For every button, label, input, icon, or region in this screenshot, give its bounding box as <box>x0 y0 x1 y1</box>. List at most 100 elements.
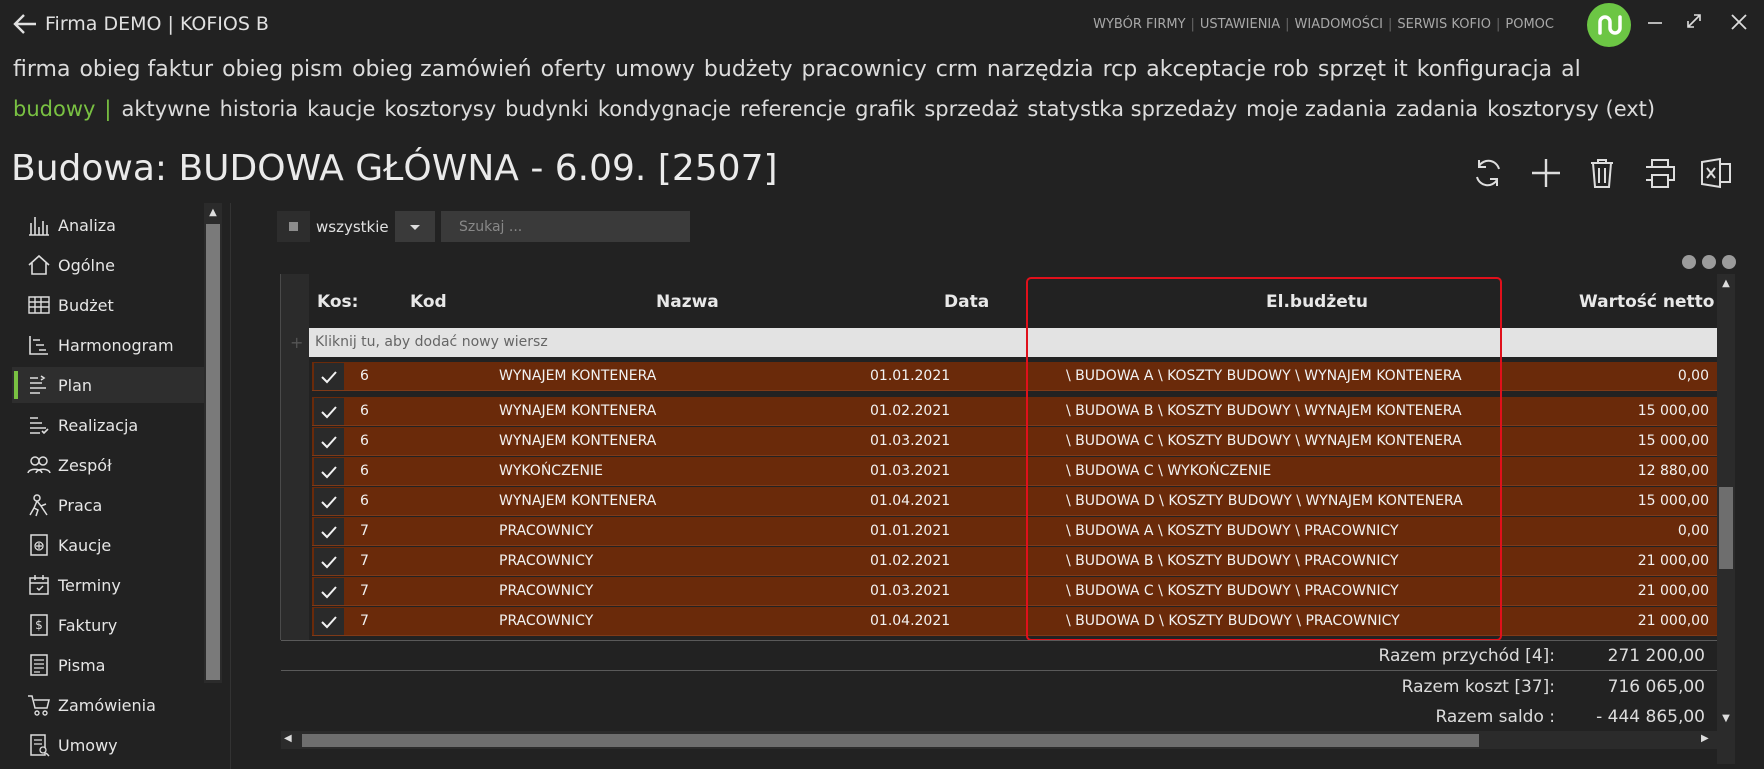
scroll-right-icon[interactable]: ▶ <box>1701 733 1709 744</box>
sidebar-item-terminy[interactable]: Terminy <box>12 567 204 603</box>
back-arrow-icon[interactable] <box>12 11 38 37</box>
nav-referencje[interactable]: referencje <box>740 97 846 121</box>
close-icon[interactable] <box>1724 8 1754 36</box>
nav-kondygnacje[interactable]: kondygnacje <box>598 97 731 121</box>
table-row[interactable]: 6 WYNAJEM KONTENERA 01.04.2021 \ BUDOWA … <box>312 487 1717 516</box>
trash-icon[interactable] <box>1584 155 1620 191</box>
row-check-icon[interactable] <box>314 363 344 390</box>
table-row[interactable]: 7 PRACOWNICY 01.01.2021 \ BUDOWA A \ KOS… <box>312 517 1717 546</box>
row-check-icon[interactable] <box>314 428 344 455</box>
filter-dropdown[interactable] <box>395 211 435 242</box>
nav-statystka-sprzedazy[interactable]: statystka sprzedaży <box>1027 97 1237 121</box>
row-check-icon[interactable] <box>314 458 344 485</box>
sidebar-item-ogolne[interactable]: Ogólne <box>12 247 204 283</box>
nav-oferty[interactable]: oferty <box>541 57 606 82</box>
nav-rcp[interactable]: rcp <box>1103 57 1138 82</box>
nav-kosztorysy-ext[interactable]: kosztorysy (ext) <box>1487 97 1655 121</box>
sidebar-item-realizacja[interactable]: Realizacja <box>12 407 204 443</box>
table-row[interactable]: 7 PRACOWNICY 01.03.2021 \ BUDOWA C \ KOS… <box>312 577 1717 606</box>
horizontal-scroll-thumb[interactable] <box>302 734 1479 747</box>
nav-obieg-faktur[interactable]: obieg faktur <box>79 57 213 82</box>
nav-al[interactable]: al <box>1561 57 1581 82</box>
nav-pracownicy[interactable]: pracownicy <box>802 57 927 82</box>
table-row[interactable]: 6 WYNAJEM KONTENERA 01.03.2021 \ BUDOWA … <box>312 427 1717 456</box>
sidebar-item-faktury[interactable]: $ Faktury <box>12 607 204 643</box>
kofio-logo-icon[interactable] <box>1587 3 1631 47</box>
nav-historia[interactable]: historia <box>220 97 299 121</box>
add-row-icon[interactable]: + <box>290 333 303 352</box>
nav-budynki[interactable]: budynki <box>505 97 589 121</box>
sidebar-item-umowy[interactable]: Umowy <box>12 727 204 763</box>
sidebar-item-zespol[interactable]: Zespół <box>12 447 204 483</box>
column-header-kos[interactable]: Kos: <box>317 292 358 312</box>
nav-umowy[interactable]: umowy <box>615 57 695 82</box>
sidebar-item-praca[interactable]: Praca <box>12 487 204 523</box>
column-header-wartosc-netto[interactable]: Wartość netto <box>1579 292 1715 312</box>
row-check-icon[interactable] <box>314 578 344 605</box>
maximize-icon[interactable] <box>1679 8 1709 36</box>
nav-zadania[interactable]: zadania <box>1396 97 1478 121</box>
sidebar-item-harmonogram[interactable]: Harmonogram <box>12 327 204 363</box>
column-header-el-budzetu[interactable]: El.budżetu <box>1266 292 1368 312</box>
nav-firma[interactable]: firma <box>13 57 70 82</box>
scroll-left-icon[interactable]: ◀ <box>284 733 292 744</box>
nav-obieg-zamowien[interactable]: obieg zamówień <box>352 57 532 82</box>
sidebar-item-pisma[interactable]: Pisma <box>12 647 204 683</box>
more-dot-icon[interactable] <box>1682 255 1696 269</box>
nav-moje-zadania[interactable]: moje zadania <box>1246 97 1387 121</box>
grid-scroll-thumb[interactable] <box>1719 487 1733 569</box>
table-row[interactable]: 6 WYNAJEM KONTENERA 01.02.2021 \ BUDOWA … <box>312 397 1717 426</box>
link-wiadomosci[interactable]: WIADOMOŚCI <box>1295 17 1383 32</box>
link-serwis-kofio[interactable]: SERWIS KOFIO <box>1397 17 1491 32</box>
print-icon[interactable] <box>1642 155 1678 191</box>
column-header-data[interactable]: Data <box>944 292 989 312</box>
nav-sprzedaz[interactable]: sprzedaż <box>924 97 1018 121</box>
refresh-icon[interactable] <box>1470 155 1506 191</box>
row-check-icon[interactable] <box>314 518 344 545</box>
nav-crm[interactable]: crm <box>936 57 978 82</box>
sidebar-scroll-thumb[interactable] <box>206 224 220 680</box>
nav-akceptacje-rob[interactable]: akceptacje rob <box>1146 57 1309 82</box>
nav-konfiguracja[interactable]: konfiguracja <box>1417 57 1552 82</box>
row-check-icon[interactable] <box>314 548 344 575</box>
nav-sprzet-it[interactable]: sprzęt it <box>1318 57 1408 82</box>
nav-budowy[interactable]: budowy <box>13 97 95 121</box>
scroll-up-icon[interactable]: ▲ <box>206 206 220 220</box>
cell-kod: 6 <box>360 463 369 479</box>
excel-icon[interactable] <box>1698 155 1734 191</box>
link-wybor-firmy[interactable]: WYBÓR FIRMY <box>1093 17 1185 32</box>
more-dot-icon[interactable] <box>1702 255 1716 269</box>
cell-nazwa: WYNAJEM KONTENERA <box>499 368 657 384</box>
nav-aktywne[interactable]: aktywne <box>122 97 211 121</box>
nav-obieg-pism[interactable]: obieg pism <box>222 57 343 82</box>
table-row[interactable]: 7 PRACOWNICY 01.04.2021 \ BUDOWA D \ KOS… <box>312 607 1717 636</box>
more-dot-icon[interactable] <box>1722 255 1736 269</box>
sidebar-item-plan[interactable]: Plan <box>12 367 204 403</box>
row-check-icon[interactable] <box>314 488 344 515</box>
cell-nazwa: WYNAJEM KONTENERA <box>499 433 657 449</box>
table-row[interactable]: 7 PRACOWNICY 01.02.2021 \ BUDOWA B \ KOS… <box>312 547 1717 576</box>
nav-narzedzia[interactable]: narzędzia <box>987 57 1094 82</box>
sidebar-item-zamowienia[interactable]: Zamówienia <box>12 687 204 723</box>
column-header-kod[interactable]: Kod <box>410 292 447 312</box>
select-all-checkbox[interactable] <box>277 211 310 242</box>
scroll-down-icon[interactable]: ▼ <box>1719 712 1733 726</box>
row-check-icon[interactable] <box>314 398 344 425</box>
nav-kosztorysy[interactable]: kosztorysy <box>384 97 496 121</box>
sidebar-item-kaucje[interactable]: Kaucje <box>12 527 204 563</box>
minimize-icon[interactable] <box>1640 8 1670 36</box>
row-check-icon[interactable] <box>314 608 344 635</box>
table-row[interactable]: 6 WYNAJEM KONTENERA 01.01.2021 \ BUDOWA … <box>312 362 1717 391</box>
link-pomoc[interactable]: POMOC <box>1505 17 1554 32</box>
sidebar-item-analiza[interactable]: Analiza <box>12 207 204 243</box>
column-header-nazwa[interactable]: Nazwa <box>656 292 719 312</box>
search-input[interactable] <box>441 211 690 242</box>
nav-grafik[interactable]: grafik <box>855 97 915 121</box>
table-row[interactable]: 6 WYKOŃCZENIE 01.03.2021 \ BUDOWA C \ WY… <box>312 457 1717 486</box>
plus-icon[interactable] <box>1528 155 1564 191</box>
nav-budzety[interactable]: budżety <box>704 57 793 82</box>
scroll-up-icon[interactable]: ▲ <box>1719 277 1733 291</box>
nav-kaucje[interactable]: kaucje <box>307 97 375 121</box>
link-ustawienia[interactable]: USTAWIENIA <box>1200 17 1280 32</box>
sidebar-item-budzet[interactable]: Budżet <box>12 287 204 323</box>
